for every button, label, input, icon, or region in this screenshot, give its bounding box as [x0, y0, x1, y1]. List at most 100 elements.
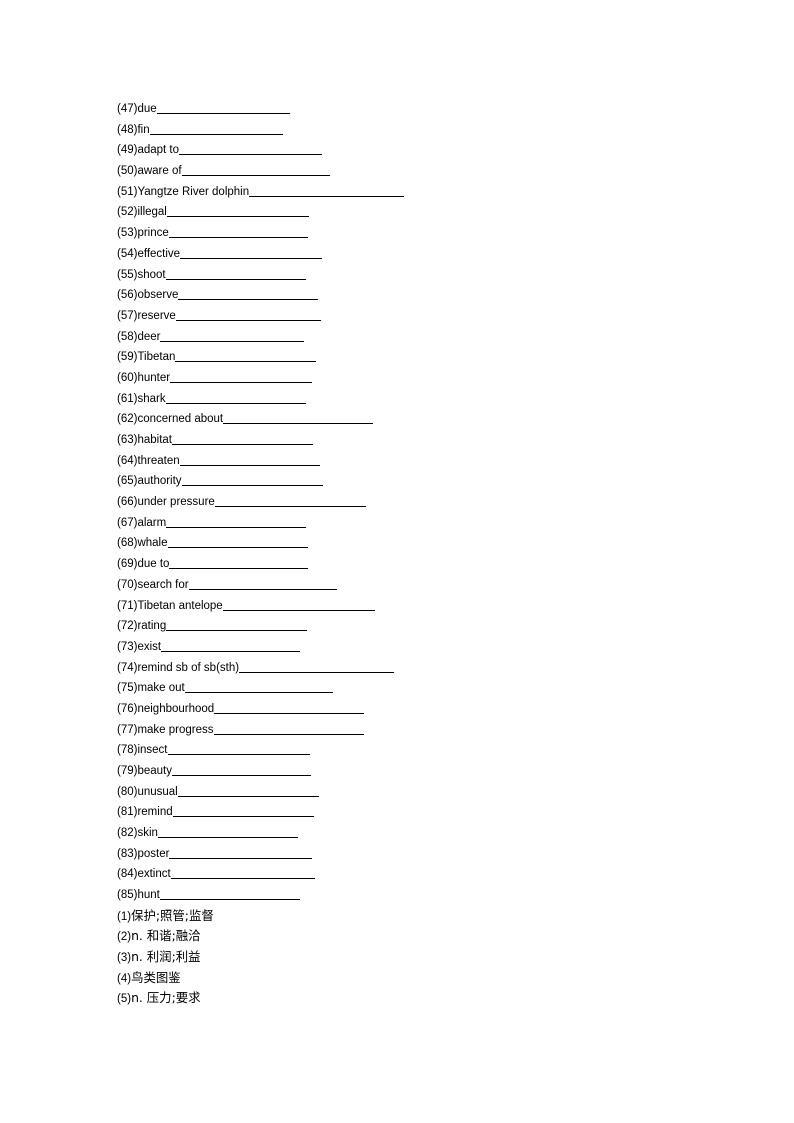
answer-blank[interactable] — [169, 557, 309, 570]
entry-number: (69) — [117, 558, 138, 571]
entry-number: (53) — [117, 227, 138, 240]
entry-term: insect — [137, 744, 168, 757]
entry-number: (67) — [117, 516, 138, 529]
answer-blank[interactable] — [214, 702, 365, 714]
entry-term: Tibetan antelope — [137, 599, 223, 612]
entry-term: habitat — [137, 434, 172, 446]
answer-blank[interactable] — [179, 454, 320, 466]
definition-number: (5) — [117, 993, 132, 1006]
vocabulary-entry: (47)due — [117, 99, 677, 120]
answer-blank[interactable] — [161, 640, 301, 652]
answer-blank[interactable] — [171, 433, 313, 445]
entry-number: (74) — [117, 661, 138, 674]
answer-blank[interactable] — [167, 743, 310, 756]
vocabulary-entry: (83)poster — [117, 844, 677, 865]
definition-text: n. 和谐;融洽 — [131, 928, 201, 944]
vocabulary-entry: (71)Tibetan antelope — [117, 596, 677, 617]
entry-term: due — [137, 103, 157, 115]
answer-blank[interactable] — [156, 102, 290, 114]
vocabulary-entry: (75)make out — [117, 678, 677, 699]
entry-number: (81) — [117, 806, 138, 819]
entry-term: under pressure — [137, 496, 215, 509]
answer-blank[interactable] — [175, 350, 317, 363]
answer-blank[interactable] — [160, 330, 305, 342]
answer-blank[interactable] — [239, 661, 395, 673]
vocabulary-entry: (74)remind sb of sb(sth) — [117, 658, 677, 679]
definition-number: (4) — [117, 972, 132, 985]
answer-blank[interactable] — [180, 247, 323, 259]
entry-number: (85) — [117, 889, 138, 902]
entry-term: deer — [137, 330, 161, 343]
entry-number: (57) — [117, 309, 138, 322]
entry-term: aware of — [137, 165, 182, 178]
answer-blank[interactable] — [179, 143, 323, 156]
entry-number: (80) — [117, 785, 138, 798]
entry-term: remind sb of sb(sth) — [137, 661, 240, 674]
answer-blank[interactable] — [249, 185, 405, 197]
vocabulary-entry: (57)reserve — [117, 306, 677, 327]
answer-blank[interactable] — [184, 681, 333, 694]
answer-blank[interactable] — [167, 536, 308, 549]
answer-blank[interactable] — [165, 268, 306, 280]
answer-blank[interactable] — [178, 288, 319, 301]
vocabulary-entry: (60)hunter — [117, 368, 677, 389]
vocabulary-entry: (78)insect — [117, 740, 677, 761]
entry-number: (58) — [117, 330, 138, 343]
answer-blank[interactable] — [181, 474, 323, 487]
answer-blank[interactable] — [149, 123, 283, 135]
vocabulary-entry: (65)authority — [117, 471, 677, 492]
answer-blank[interactable] — [170, 867, 315, 880]
vocabulary-entry: (66)under pressure — [117, 492, 677, 513]
vocabulary-entry: (52)illegal — [117, 202, 677, 223]
entry-number: (79) — [117, 765, 138, 777]
answer-blank[interactable] — [165, 392, 306, 404]
entry-number: (59) — [117, 351, 138, 364]
vocabulary-blank-list: (47)due (48)fin (49)adapt to (50)aware of (5… — [117, 99, 677, 906]
entry-term: shark — [137, 392, 166, 405]
vocabulary-entry: (76)neighbourhood — [117, 699, 677, 720]
answer-blank[interactable] — [166, 516, 307, 528]
answer-blank[interactable] — [172, 805, 314, 818]
answer-blank[interactable] — [213, 723, 364, 735]
entry-term: fin — [137, 123, 150, 136]
document-page: (47)due (48)fin (49)adapt to (50)aware of (5… — [0, 0, 794, 1123]
answer-blank[interactable] — [157, 826, 298, 839]
answer-blank[interactable] — [181, 164, 330, 177]
definition-text: n. 压力;要求 — [131, 990, 201, 1006]
vocabulary-entry: (48)fin — [117, 120, 677, 141]
answer-blank[interactable] — [188, 578, 337, 590]
answer-blank[interactable] — [170, 371, 313, 383]
entry-term: reserve — [137, 309, 176, 322]
answer-blank[interactable] — [169, 847, 313, 859]
entry-term: Tibetan — [137, 351, 176, 364]
entry-number: (48) — [117, 123, 138, 136]
entry-number: (73) — [117, 640, 138, 653]
entry-term: alarm — [137, 516, 167, 529]
answer-blank[interactable] — [222, 599, 375, 611]
vocabulary-entry: (54)effective — [117, 244, 677, 265]
entry-number: (71) — [117, 599, 138, 612]
entry-term: exist — [137, 640, 162, 653]
entry-term: threaten — [137, 454, 180, 467]
vocabulary-entry: (85)hunt — [117, 885, 677, 906]
chinese-definition-list: (1)保护;照管;监督 (2)n. 和谐;融洽 (3)n. 利润;利益 (4)鸟类图鉴… — [117, 906, 677, 1009]
vocabulary-entry: (59)Tibetan — [117, 347, 677, 368]
entry-number: (65) — [117, 475, 138, 488]
entry-number: (50) — [117, 165, 138, 178]
entry-number: (62) — [117, 413, 138, 426]
answer-blank[interactable] — [168, 226, 308, 239]
answer-blank[interactable] — [166, 205, 309, 218]
answer-blank[interactable] — [175, 309, 321, 321]
answer-blank[interactable] — [159, 888, 300, 901]
answer-blank[interactable] — [223, 412, 374, 425]
vocabulary-entry: (82)skin — [117, 823, 677, 844]
entry-term: skin — [137, 827, 158, 840]
answer-blank[interactable] — [166, 619, 308, 632]
answer-blank[interactable] — [171, 764, 311, 776]
entry-number: (61) — [117, 392, 138, 405]
answer-blank[interactable] — [177, 785, 319, 797]
answer-blank[interactable] — [214, 495, 366, 508]
entry-number: (83) — [117, 847, 138, 860]
entry-number: (52) — [117, 206, 138, 219]
entry-number: (63) — [117, 434, 138, 446]
